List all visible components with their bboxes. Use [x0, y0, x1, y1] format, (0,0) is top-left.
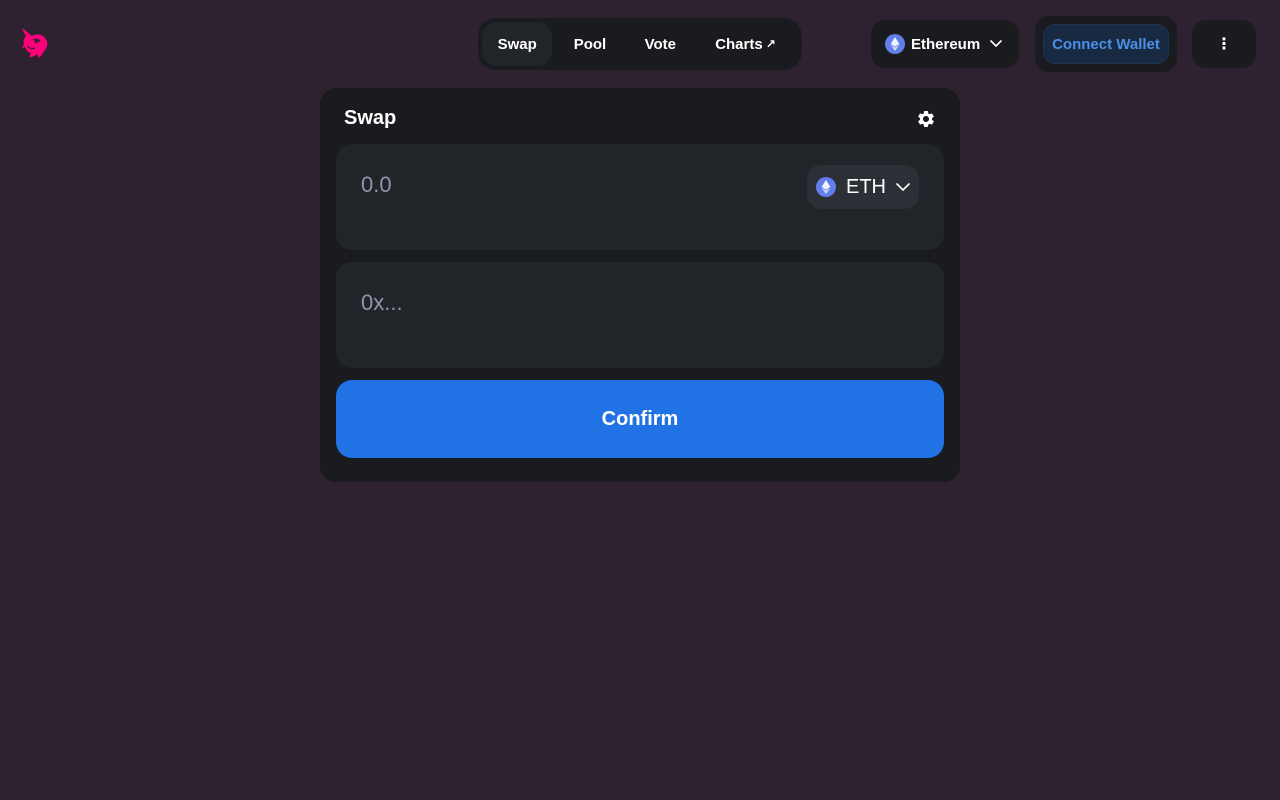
network-selector[interactable]: Ethereum	[871, 20, 1019, 68]
ethereum-icon	[885, 34, 905, 54]
tab-vote[interactable]: Vote	[628, 22, 693, 66]
tab-vote-label: Vote	[644, 35, 676, 53]
amount-panel: ETH	[336, 144, 944, 250]
uniswap-logo[interactable]	[18, 26, 52, 60]
tab-charts[interactable]: Charts ↗	[693, 22, 798, 66]
tab-swap[interactable]: Swap	[482, 22, 553, 66]
tab-pool[interactable]: Pool	[552, 22, 627, 66]
connect-wallet-button[interactable]: Connect Wallet	[1043, 24, 1169, 64]
wallet-container: Connect Wallet	[1035, 16, 1177, 72]
confirm-button[interactable]: Confirm	[336, 380, 944, 458]
tab-pool-label: Pool	[573, 35, 607, 53]
amount-input[interactable]	[361, 170, 781, 200]
external-arrow-icon: ↗	[765, 37, 776, 51]
unicorn-logo-icon	[22, 28, 48, 58]
network-label: Ethereum	[911, 35, 981, 53]
token-symbol: ETH	[846, 175, 886, 198]
swap-card: Swap ETH Confirm	[320, 88, 960, 482]
token-selector[interactable]: ETH	[807, 165, 919, 209]
tab-swap-label: Swap	[497, 35, 537, 53]
chevron-down-icon	[896, 182, 910, 191]
recipient-address-input[interactable]	[361, 288, 781, 318]
ethereum-icon	[816, 177, 836, 197]
gear-icon[interactable]	[916, 109, 936, 129]
more-menu-button[interactable]: ⋮	[1192, 20, 1256, 68]
more-vertical-icon: ⋮	[1216, 36, 1232, 53]
tab-charts-label: Charts	[715, 35, 763, 53]
chevron-down-icon	[990, 40, 1002, 48]
recipient-panel	[336, 262, 944, 368]
swap-title: Swap	[344, 107, 397, 129]
main-nav: Swap Pool Vote Charts ↗	[478, 18, 802, 70]
